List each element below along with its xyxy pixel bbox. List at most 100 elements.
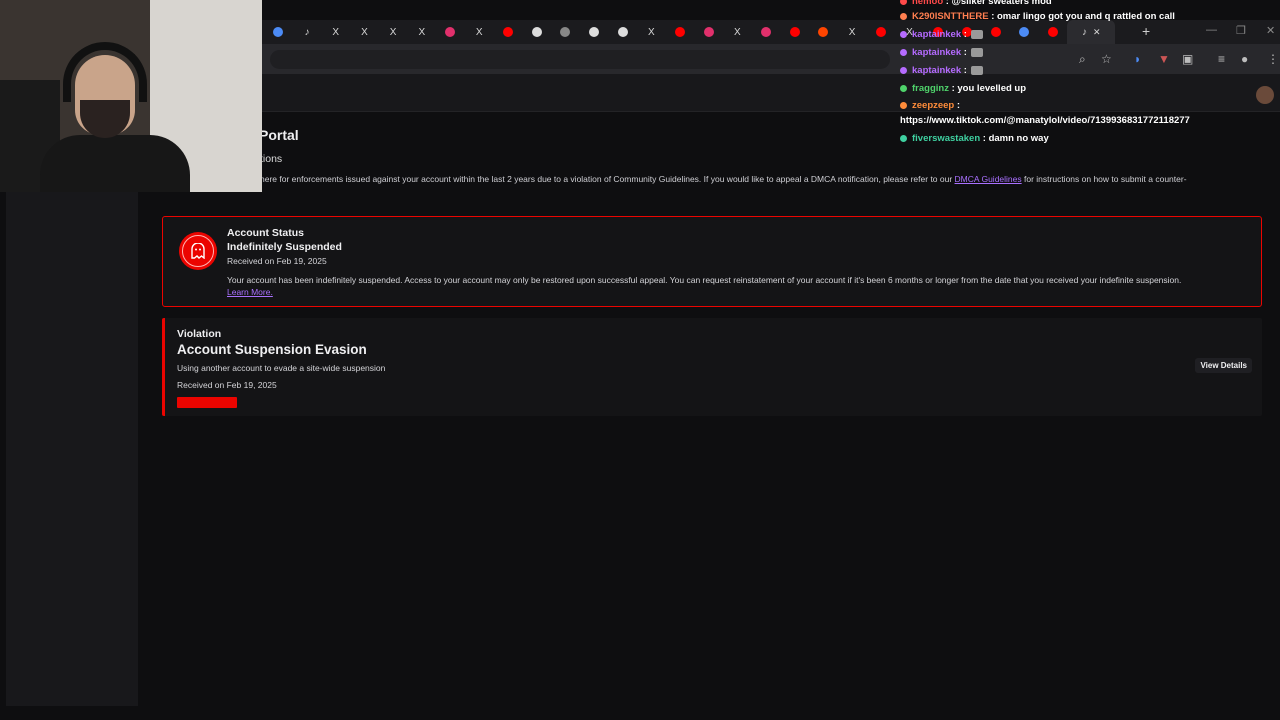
browser-tab[interactable]: X xyxy=(838,20,867,44)
chat-badge-icon xyxy=(900,48,907,56)
chat-message: fragginz : you levelled up xyxy=(900,83,1026,94)
chat-username[interactable]: zeepzeep xyxy=(912,100,954,111)
x-icon: X xyxy=(647,26,655,38)
youtube-icon xyxy=(674,27,685,37)
chat-username[interactable]: fragginz xyxy=(912,83,949,94)
close-tab-icon[interactable]: ✕ xyxy=(1093,27,1101,38)
google-icon xyxy=(588,27,599,37)
chat-text: : @sliker sweaters mod xyxy=(943,0,1052,7)
youtube-icon xyxy=(789,27,800,37)
tiktok-icon: ♪ xyxy=(304,26,310,38)
chat-emote-icon xyxy=(970,65,983,75)
browser-tab[interactable] xyxy=(809,20,838,44)
violation-card: Violation Account Suspension Evasion Usi… xyxy=(162,318,1262,416)
chat-text: : xyxy=(961,29,967,40)
browser-tab[interactable] xyxy=(981,20,1010,44)
close-window-button[interactable]: ✕ xyxy=(1266,24,1275,37)
chat-badge-icon xyxy=(900,0,907,5)
browser-tab[interactable] xyxy=(264,20,293,44)
violation-description: Using another account to evade a site-wi… xyxy=(177,363,386,373)
browser-tab[interactable] xyxy=(494,20,523,44)
chat-username[interactable]: kaptainkek xyxy=(912,65,961,76)
profile-avatar-icon[interactable]: ● xyxy=(1241,52,1248,66)
chat-username[interactable]: nemoo xyxy=(912,0,943,7)
extension-icon[interactable]: ▼ xyxy=(1158,52,1170,66)
browser-tab[interactable] xyxy=(780,20,809,44)
violation-title: Account Suspension Evasion xyxy=(177,342,367,357)
browser-tab[interactable] xyxy=(1010,20,1039,44)
browser-tab[interactable] xyxy=(608,20,637,44)
violation-received-date: Received on Feb 19, 2025 xyxy=(177,380,277,390)
x-icon: X xyxy=(361,26,368,38)
page-title: Portal xyxy=(259,127,299,143)
account-status-card: Account Status Indefinitely Suspended Re… xyxy=(162,216,1262,307)
browser-tab[interactable] xyxy=(1039,20,1068,44)
reading-list-icon[interactable]: ≡ xyxy=(1218,52,1225,66)
browser-tab[interactable] xyxy=(666,20,695,44)
webcam-overlay xyxy=(0,0,262,192)
reddit-icon xyxy=(818,27,829,37)
extension-icon[interactable]: ◗ xyxy=(1134,52,1141,66)
browser-tab[interactable]: X xyxy=(379,20,408,44)
browser-tab[interactable] xyxy=(866,20,895,44)
ghost-icon xyxy=(179,232,217,270)
chat-text: : xyxy=(961,47,967,58)
sidebar xyxy=(6,192,138,706)
search-icon[interactable]: ⌕ xyxy=(1079,52,1086,67)
extensions-puzzle-icon[interactable]: ▣ xyxy=(1182,52,1193,66)
description-text: for instructions on how to submit a coun… xyxy=(1021,174,1187,184)
browser-tab[interactable]: X xyxy=(407,20,436,44)
x-icon: X xyxy=(332,26,340,38)
browser-tab[interactable] xyxy=(752,20,781,44)
browser-tab[interactable]: X xyxy=(723,20,752,44)
browser-tab[interactable]: X xyxy=(637,20,666,44)
chat-username[interactable]: K290ISNTTHERE xyxy=(912,11,989,22)
browser-tab[interactable] xyxy=(436,20,465,44)
browser-tab[interactable]: X xyxy=(350,20,379,44)
browser-menu-icon[interactable]: ⋮ xyxy=(1267,52,1279,66)
browser-tab[interactable] xyxy=(522,20,551,44)
chat-username[interactable]: fiverswastaken xyxy=(912,133,980,144)
browser-tab[interactable] xyxy=(551,20,580,44)
youtube-icon xyxy=(990,27,1001,37)
browser-tab[interactable] xyxy=(580,20,609,44)
chat-message: kaptainkek : xyxy=(900,65,983,76)
status-value: Indefinitely Suspended xyxy=(227,241,342,253)
tiktok-icon: ♪ xyxy=(1081,26,1087,38)
browser-tab[interactable]: ♪ ✕ xyxy=(1067,20,1116,44)
chat-username[interactable]: kaptainkek xyxy=(912,47,961,58)
chat-message: zeepzeep : xyxy=(900,100,960,111)
learn-more-link[interactable]: Learn More. xyxy=(227,287,273,297)
user-avatar[interactable] xyxy=(1256,86,1274,104)
browser-tab[interactable]: X xyxy=(321,20,350,44)
bookmark-star-icon[interactable]: ☆ xyxy=(1101,52,1112,66)
chat-message: fiverswastaken : damn no way xyxy=(900,133,1049,144)
youtube-icon xyxy=(1047,27,1058,37)
dmca-guidelines-link[interactable]: DMCA Guidelines xyxy=(955,174,1022,184)
browser-tab[interactable]: X xyxy=(465,20,494,44)
chat-message: https://www.tiktok.com/@manatylol/video/… xyxy=(900,115,1190,126)
chat-badge-icon xyxy=(900,66,907,74)
globe-icon xyxy=(560,27,571,37)
view-details-button[interactable]: View Details xyxy=(1195,358,1252,373)
url-input[interactable] xyxy=(270,50,890,69)
browser-tab[interactable] xyxy=(694,20,723,44)
chat-badge-icon xyxy=(900,30,907,38)
chat-username[interactable]: kaptainkek xyxy=(912,29,961,40)
youtube-icon xyxy=(502,27,513,37)
headset-icon xyxy=(63,42,147,102)
instagram-icon xyxy=(445,27,456,37)
chat-message: nemoo : @sliker sweaters mod xyxy=(900,0,1052,7)
browser-tab[interactable]: ♪ xyxy=(293,20,322,44)
globe-icon xyxy=(1019,27,1030,37)
minimize-button[interactable]: — xyxy=(1206,24,1217,36)
description-text: here for enforcements issued against you… xyxy=(260,174,955,184)
maximize-button[interactable]: ❐ xyxy=(1236,24,1246,37)
chat-badge-icon xyxy=(900,134,907,142)
status-label: Account Status xyxy=(227,227,305,239)
chat-text: : xyxy=(961,65,967,76)
new-tab-button[interactable]: + xyxy=(1142,23,1150,39)
x-icon: X xyxy=(389,26,397,38)
chat-message: kaptainkek : xyxy=(900,47,983,58)
chat-badge-icon xyxy=(900,84,907,92)
